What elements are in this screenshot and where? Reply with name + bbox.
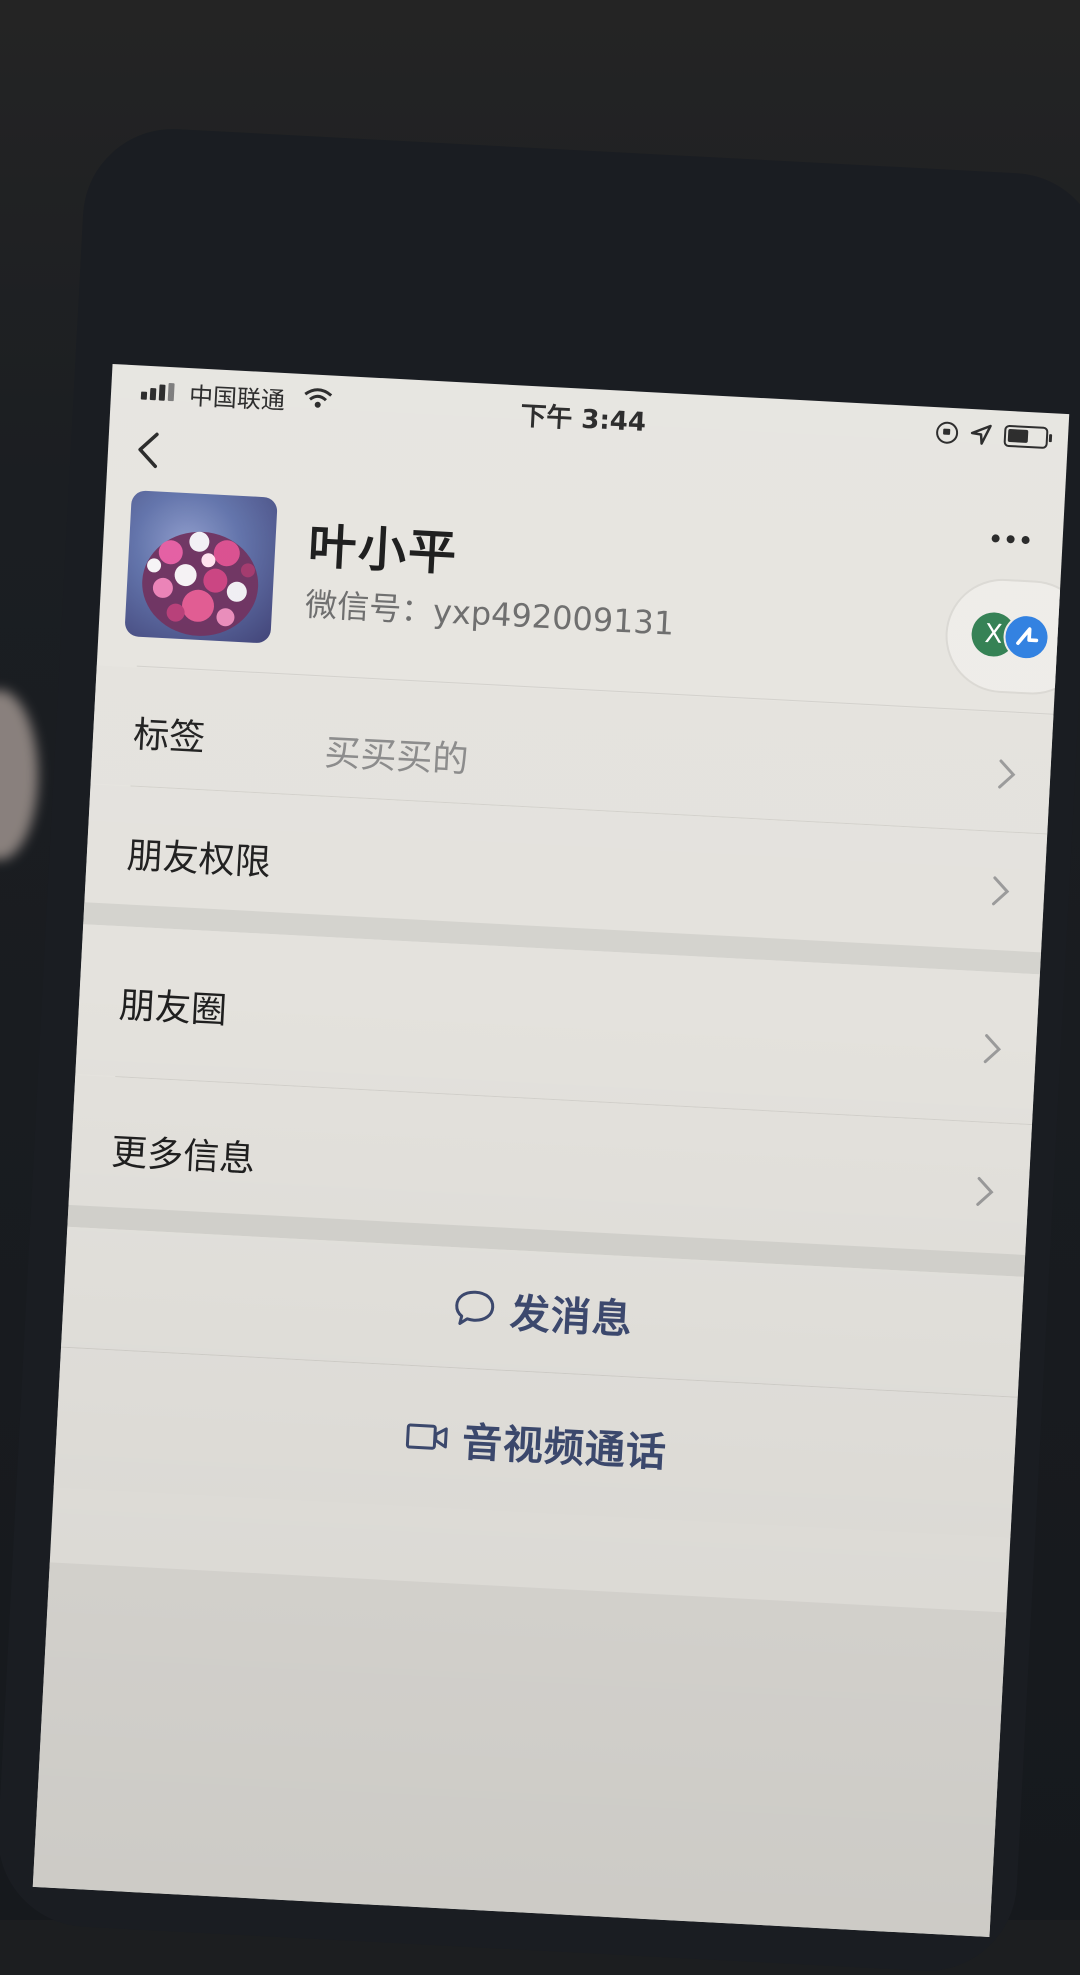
av-call-label: 音视频通话: [460, 1419, 669, 1477]
assistant-bubble-icon: [1002, 613, 1051, 662]
flower-bouquet-image: [142, 531, 259, 636]
status-right-cluster: [935, 421, 1049, 450]
row-permissions-label: 朋友权限: [125, 835, 272, 884]
row-more-info-label: 更多信息: [110, 1132, 257, 1181]
phone-screen: 中国联通 下午 3:44 叶小平 微信号：yxp492009131 X 标签 买…: [32, 363, 1070, 1938]
carrier-name: 中国联通: [188, 382, 286, 416]
row-tag-value: 买买买的: [323, 732, 470, 782]
status-time: 下午 3:44: [519, 401, 647, 438]
chevron-right-icon: [992, 876, 1010, 906]
wechat-id: 微信号：yxp492009131: [304, 585, 676, 643]
video-camera-icon: [405, 1423, 448, 1450]
chevron-right-icon: [983, 1034, 1002, 1064]
floating-widget[interactable]: X: [944, 578, 1070, 696]
chat-bubble-icon: [454, 1290, 494, 1325]
location-arrow-icon: [970, 424, 992, 445]
row-moments-label: 朋友圈: [117, 985, 228, 1032]
row-tag-label: 标签: [132, 714, 207, 760]
send-message-label: 发消息: [508, 1291, 634, 1344]
more-options-button[interactable]: [986, 528, 1035, 550]
chevron-right-icon: [976, 1176, 994, 1206]
battery-icon: [1003, 424, 1049, 450]
rotation-lock-icon: [935, 421, 959, 445]
wifi-icon: [304, 388, 333, 408]
avatar[interactable]: [124, 490, 278, 644]
back-button[interactable]: [127, 427, 173, 473]
signal-icon: [140, 382, 175, 402]
empty-bottom-area: [32, 1562, 1007, 1938]
contact-name: 叶小平: [306, 518, 460, 583]
chevron-right-icon: [998, 759, 1016, 789]
